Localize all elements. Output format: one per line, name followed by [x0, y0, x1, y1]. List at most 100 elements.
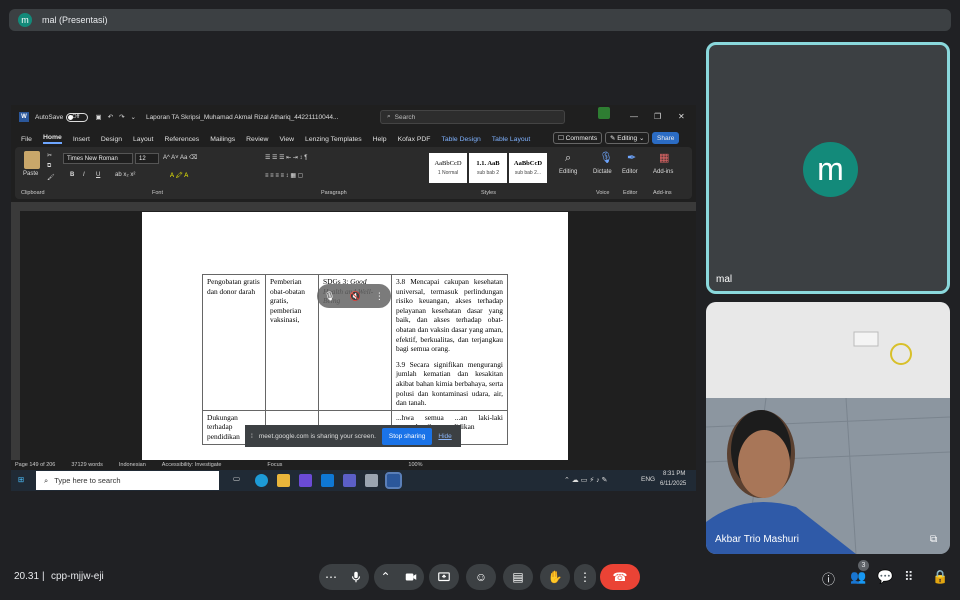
accessibility-status[interactable]: Accessibility: Investigate [162, 462, 222, 468]
copy-icon[interactable]: ⧉ [47, 163, 51, 170]
restore-icon[interactable]: ❐ [654, 112, 661, 121]
app-icon-2[interactable] [365, 474, 378, 487]
tab-mailings[interactable]: Mailings [210, 136, 235, 143]
comments-button[interactable]: ☐ Comments [553, 132, 603, 144]
table-cell[interactable]: Pengobatan gratis dan donor darah [202, 274, 266, 411]
tab-help[interactable]: Help [373, 136, 387, 143]
tab-layout[interactable]: Layout [133, 136, 153, 143]
participant-tile-mal[interactable]: m mal [706, 42, 950, 294]
find-icon[interactable]: ⌕ [565, 152, 571, 165]
autosave-toggle[interactable] [66, 112, 89, 122]
picture-in-picture-icon[interactable]: ⧉ [930, 534, 937, 545]
editor-icon[interactable]: ✒ [627, 151, 636, 164]
dictate-button[interactable]: Dictate [593, 169, 612, 175]
style-sub-bab-2[interactable]: 1.1. AaB sub bab 2 [469, 153, 507, 183]
grow-font-icon[interactable]: A^ A˅ Aa ⌫ [163, 154, 198, 161]
cut-icon[interactable]: ✂ [47, 152, 52, 159]
addins-icon[interactable]: ▦ [659, 151, 669, 164]
hide-banner-link[interactable]: Hide [438, 433, 451, 440]
tab-view[interactable]: View [279, 136, 294, 143]
horizontal-ruler[interactable] [11, 202, 696, 211]
language-indicator[interactable]: Indonesian [119, 462, 146, 468]
teams-icon[interactable] [343, 474, 356, 487]
mute-icon[interactable]: 🔇 [350, 291, 361, 302]
tab-file[interactable]: File [21, 136, 32, 143]
tab-table-design[interactable]: Table Design [441, 136, 480, 143]
table-cell[interactable]: 3.8 Mencapai cakupan kesehatan universal… [391, 274, 508, 411]
present-button[interactable] [429, 564, 459, 590]
edge-icon[interactable] [255, 474, 268, 487]
close-icon[interactable]: ✕ [678, 112, 685, 121]
more-audio-options-icon[interactable]: ⋯ [325, 570, 337, 584]
drag-handle-icon[interactable]: ⁞ [251, 433, 253, 440]
redo-icon[interactable]: ↷ [119, 113, 124, 121]
text-effects-icon[interactable]: A 🖍 A [170, 172, 188, 179]
underline-icon[interactable]: U [96, 172, 100, 178]
editing-mode-button[interactable]: ✎ Editing ⌄ [605, 132, 650, 144]
editing-group-button[interactable]: Editing [559, 169, 577, 175]
stop-sharing-button[interactable]: Stop sharing [381, 427, 433, 445]
style-sub-bab-2-alt[interactable]: AaBbCcD sub bab 2... [509, 153, 547, 183]
taskbar-search[interactable]: ⌕ Type here to search [36, 471, 219, 490]
bullets-icon[interactable]: ☰ ☰ ☰ ⇤ ⇥ ↕ ¶ [265, 154, 307, 161]
reactions-button[interactable]: ☺ [466, 564, 496, 590]
chevron-up-icon[interactable]: ⌃ [380, 570, 390, 584]
document-title[interactable]: Laporan TA Skripsi_Muhamad Akmal Rizal A… [146, 114, 338, 121]
tab-table-layout[interactable]: Table Layout [492, 136, 531, 143]
taskbar-time[interactable]: 8:31 PM [663, 471, 685, 477]
share-button[interactable]: Share [652, 132, 680, 144]
customize-qat-icon[interactable]: ⌄ [131, 113, 136, 121]
table-cell[interactable]: Pemberian obat-obatan gratis, pemberian … [265, 274, 319, 411]
save-icon[interactable]: ▣ [95, 113, 101, 121]
task-view-icon[interactable]: ▭ [233, 474, 246, 487]
minimize-icon[interactable]: — [630, 112, 638, 121]
bold-icon[interactable]: B [70, 172, 74, 178]
vertical-ruler[interactable] [11, 211, 20, 460]
user-profile-icon[interactable] [598, 107, 610, 119]
tab-kofax-pdf[interactable]: Kofax PDF [398, 136, 431, 143]
format-painter-icon[interactable]: 🖌 [47, 174, 55, 181]
captions-button[interactable]: ▤ [503, 564, 533, 590]
page-count[interactable]: Page 149 of 206 [15, 462, 55, 468]
taskbar-date[interactable]: 6/11/2025 [660, 481, 686, 487]
raise-hand-button[interactable]: ✋ [540, 564, 570, 590]
app-icon[interactable] [299, 474, 312, 487]
editor-button[interactable]: Editor [622, 169, 638, 175]
mic-off-icon[interactable]: 🎙 [324, 291, 335, 302]
people-icon[interactable]: 👥 [850, 569, 866, 585]
tab-insert[interactable]: Insert [73, 136, 90, 143]
paste-icon[interactable] [24, 151, 40, 169]
addins-button[interactable]: Add-ins [653, 169, 673, 175]
activities-icon[interactable]: ⠿ [904, 569, 914, 585]
tray-icons[interactable]: ⌃ ☁ ▭ ⚡ ♪ ✎ [564, 476, 607, 484]
zoom-level[interactable]: 100% [408, 462, 422, 468]
word-search-box[interactable]: ⌕ Search [380, 110, 565, 124]
microphone-icon[interactable]: 🎙 [599, 151, 613, 164]
more-vert-icon[interactable]: ⋮ [375, 291, 384, 302]
tab-review[interactable]: Review [246, 136, 268, 143]
focus-button[interactable]: Focus [267, 462, 282, 468]
strikethrough-icon[interactable]: ab x₂ x² [115, 172, 135, 178]
word-count[interactable]: 37129 words [71, 462, 103, 468]
host-controls-icon[interactable]: 🔒 [932, 569, 948, 585]
file-explorer-icon[interactable] [277, 474, 290, 487]
tab-design[interactable]: Design [101, 136, 122, 143]
camera-icon[interactable] [404, 570, 418, 584]
italic-icon[interactable]: I [83, 172, 85, 178]
word-taskbar-icon[interactable] [385, 472, 402, 489]
style-normal[interactable]: AaBbCcD 1 Normal [429, 153, 467, 183]
participant-tile-akbar[interactable]: Akbar Trio Mashuri ⧉ [706, 302, 950, 554]
document-page[interactable]: Pengobatan gratis dan donor darah Pember… [142, 212, 568, 460]
outlook-icon[interactable] [321, 474, 334, 487]
tab-home[interactable]: Home [42, 134, 62, 144]
microphone-icon[interactable] [349, 570, 363, 584]
windows-start-icon[interactable]: ⊞ [18, 475, 24, 484]
undo-icon[interactable]: ↶ [108, 113, 113, 121]
font-name-select[interactable]: Times New Roman [63, 153, 133, 164]
leave-call-button[interactable]: ☎ [600, 564, 640, 590]
meeting-details-icon[interactable]: ⓘ [822, 569, 835, 588]
font-size-select[interactable]: 12 [135, 153, 159, 164]
chat-icon[interactable]: 💬 [877, 569, 893, 585]
tab-references[interactable]: References [164, 136, 199, 143]
input-language[interactable]: ENG [641, 476, 655, 483]
